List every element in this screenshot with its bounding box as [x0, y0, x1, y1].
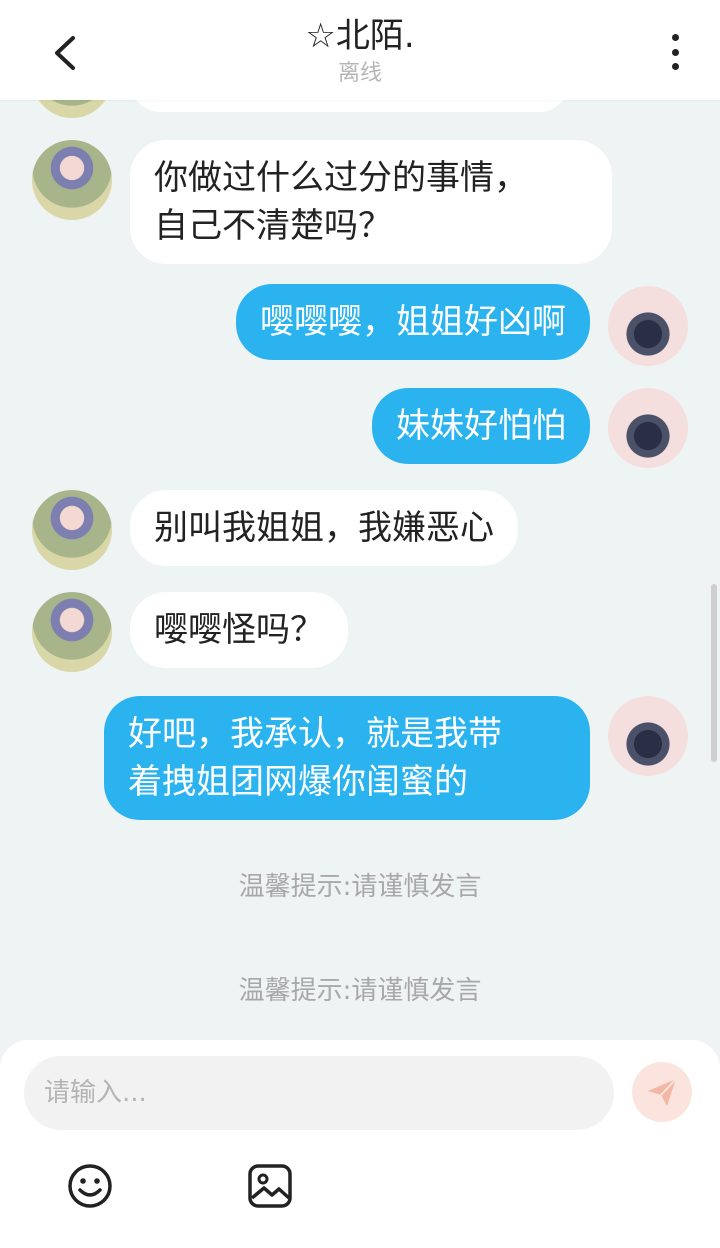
- image-button[interactable]: [246, 1162, 294, 1210]
- paper-plane-icon: [648, 1078, 677, 1106]
- message-bubble: 嘤嘤怪吗？: [130, 592, 348, 668]
- more-options-button[interactable]: [660, 30, 690, 74]
- message-bubble: 别叫我姐姐，我嫌恶心: [130, 490, 518, 566]
- contact-status: 离线: [337, 61, 382, 86]
- message-bubble: 好吧，我承认，就是我带 着拽姐团网爆你闺蜜的: [104, 696, 590, 820]
- image-icon: [248, 1164, 292, 1208]
- message-composer: [0, 1040, 720, 1248]
- system-hint: 温馨提示:请谨慎发言: [238, 872, 482, 902]
- user-avatar[interactable]: [608, 696, 688, 776]
- send-button[interactable]: [632, 1062, 692, 1122]
- message-bubble: 妹妹好怕怕: [372, 388, 590, 464]
- more-vertical-icon: [671, 34, 679, 41]
- emoji-button[interactable]: [66, 1162, 114, 1210]
- chat-area[interactable]: 你做过什么过分的事情， 自己不清楚吗？ 嘤嘤嘤，姐姐好凶啊 妹妹好怕怕 别叫我姐…: [0, 0, 720, 1040]
- user-avatar[interactable]: [608, 286, 688, 366]
- contact-avatar[interactable]: [32, 592, 112, 672]
- system-hint: 温馨提示:请谨慎发言: [238, 976, 482, 1006]
- contact-name: ☆北陌.: [305, 16, 415, 56]
- message-bubble: 你做过什么过分的事情， 自己不清楚吗？: [130, 140, 612, 264]
- user-avatar[interactable]: [608, 388, 688, 468]
- chat-header: ☆北陌. 离线: [0, 0, 720, 100]
- message-input[interactable]: [24, 1056, 614, 1130]
- message-bubble: 嘤嘤嘤，姐姐好凶啊: [236, 284, 590, 360]
- chat-scrollbar[interactable]: [711, 584, 717, 762]
- contact-avatar[interactable]: [32, 490, 112, 570]
- smiley-icon: [68, 1164, 112, 1208]
- contact-avatar[interactable]: [32, 140, 112, 220]
